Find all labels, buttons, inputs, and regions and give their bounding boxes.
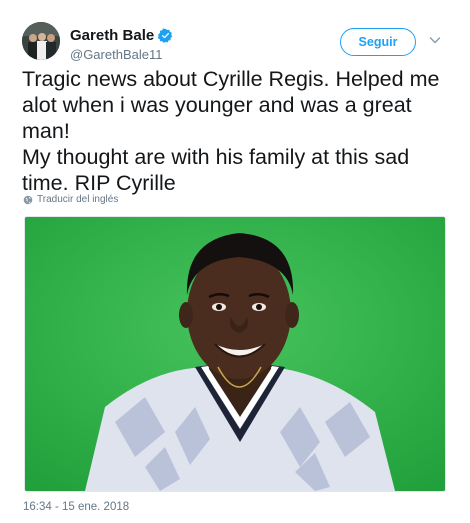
display-name[interactable]: Gareth Bale	[70, 27, 154, 44]
chevron-down-icon[interactable]	[429, 35, 441, 45]
tweet-text: Tragic news about Cyrille Regis. Helped …	[22, 66, 450, 196]
globe-icon	[23, 195, 33, 204]
tweet-card: Gareth Bale @GarethBale11 Seguir Tragic …	[0, 0, 470, 523]
author-info: Gareth Bale @GarethBale11	[70, 26, 173, 62]
tweet-photo[interactable]	[24, 216, 446, 492]
tweet-paragraph-1: Tragic news about Cyrille Regis. Helped …	[22, 67, 440, 143]
follow-button[interactable]: Seguir	[340, 28, 416, 56]
translate-link[interactable]: Traducir del inglés	[23, 194, 118, 205]
player-portrait-photo	[25, 217, 445, 491]
tweet-paragraph-2: My thought are with his family at this s…	[22, 145, 410, 195]
translate-label[interactable]: Traducir del inglés	[37, 194, 118, 205]
avatar-image	[22, 22, 60, 60]
display-name-row: Gareth Bale	[70, 26, 173, 44]
avatar[interactable]	[22, 22, 60, 60]
handle[interactable]: @GarethBale11	[70, 47, 173, 62]
verified-badge-icon	[158, 27, 173, 43]
timestamp[interactable]: 16:34 - 15 ene. 2018	[23, 501, 129, 513]
